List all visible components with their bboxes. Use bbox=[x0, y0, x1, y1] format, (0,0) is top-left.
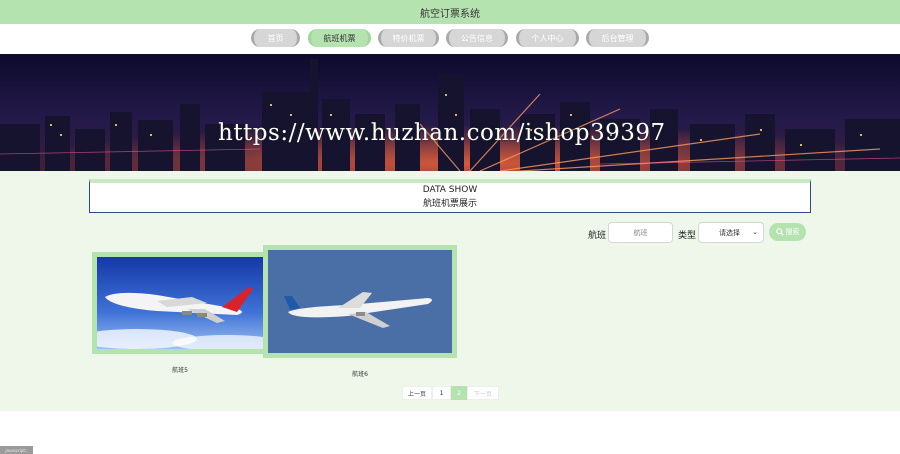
flight-card-image bbox=[97, 257, 263, 349]
flight-card-5[interactable] bbox=[92, 252, 268, 354]
banner-watermark: https://www.huzhan.com/ishop39397 bbox=[218, 120, 666, 146]
flight-card-6-name[interactable]: 航班6 bbox=[332, 369, 388, 378]
status-url-tag: javascript:; bbox=[0, 446, 33, 454]
pagination-page-current[interactable]: 2 bbox=[451, 386, 467, 400]
site-title: 航空订票系统 bbox=[420, 8, 480, 20]
main-nav: 首页 航班机票 特价机票 公告信息 个人中心 后台管理 bbox=[0, 24, 900, 54]
city-night-image bbox=[0, 54, 900, 171]
flight-search-input[interactable]: 航班 bbox=[608, 222, 673, 243]
hero-banner bbox=[0, 54, 900, 171]
content-area: DATA SHOW 航班机票展示 航班 航班 类型 请选择 ⌄ 搜索 航班5 航… bbox=[0, 171, 900, 411]
search-button-label: 搜索 bbox=[785, 228, 800, 236]
search-icon bbox=[775, 228, 784, 236]
flight-card-6[interactable] bbox=[263, 245, 457, 358]
nav-item-special-tickets[interactable]: 特价机票 bbox=[378, 29, 439, 47]
section-title-box: DATA SHOW 航班机票展示 bbox=[89, 179, 811, 213]
pagination: 上一页 1 2 下一页 bbox=[402, 386, 499, 400]
pagination-page-1[interactable]: 1 bbox=[432, 386, 451, 400]
top-bar: 航空订票系统 bbox=[0, 0, 900, 24]
nav-item-admin[interactable]: 后台管理 bbox=[586, 29, 649, 47]
pagination-next[interactable]: 下一页 bbox=[467, 386, 499, 400]
type-filter-label: 类型 bbox=[678, 231, 697, 241]
flight-filter-label: 航班 bbox=[588, 231, 607, 241]
nav-item-home[interactable]: 首页 bbox=[251, 29, 300, 47]
nav-item-profile[interactable]: 个人中心 bbox=[516, 29, 579, 47]
type-select-value: 请选择 bbox=[719, 228, 740, 237]
section-title-en: DATA SHOW bbox=[422, 185, 478, 195]
flight-card-5-name[interactable]: 航班5 bbox=[152, 365, 208, 374]
chevron-down-icon: ⌄ bbox=[752, 228, 758, 236]
flight-card-image bbox=[268, 250, 452, 353]
search-button[interactable]: 搜索 bbox=[769, 223, 806, 241]
type-select[interactable]: 请选择 ⌄ bbox=[698, 222, 764, 243]
nav-item-notices[interactable]: 公告信息 bbox=[446, 29, 508, 47]
pagination-prev[interactable]: 上一页 bbox=[402, 386, 432, 400]
nav-item-flights[interactable]: 航班机票 bbox=[308, 29, 371, 47]
section-title-cn: 航班机票展示 bbox=[422, 199, 477, 209]
